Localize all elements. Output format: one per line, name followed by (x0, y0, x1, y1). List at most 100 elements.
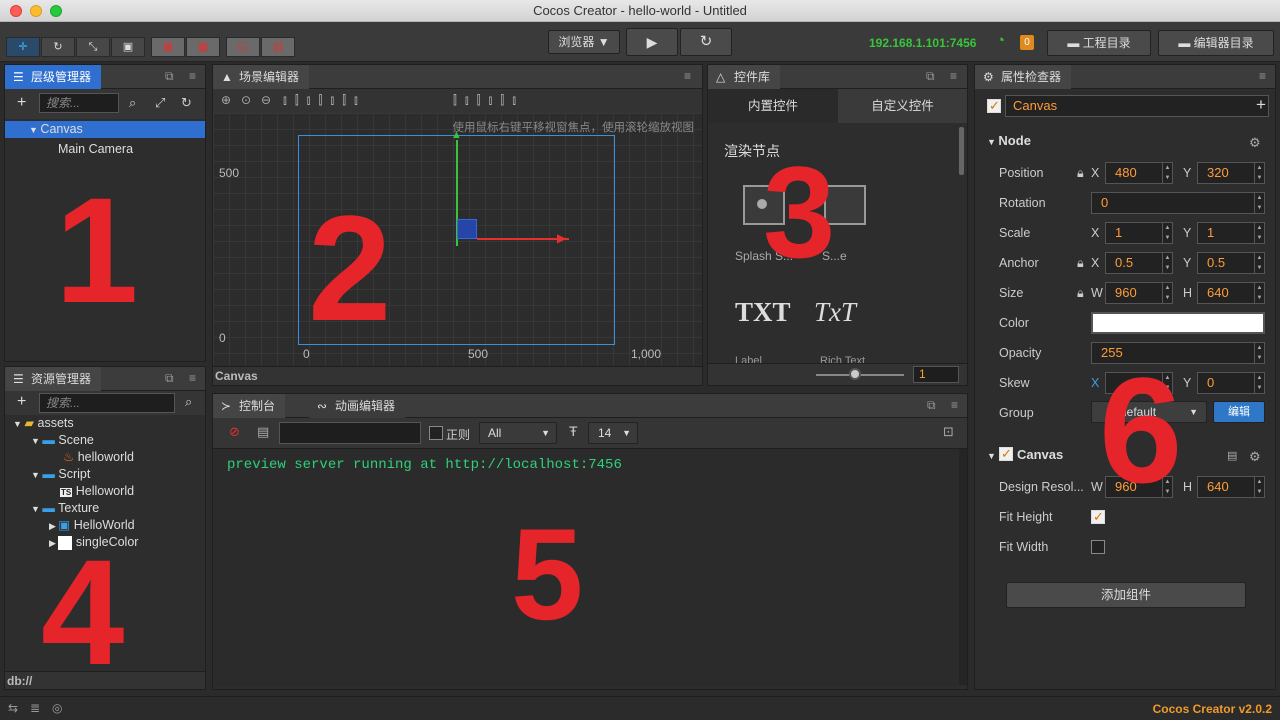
scale-y-input[interactable]: 1 ▲ ▼ (1197, 222, 1265, 244)
search-icon[interactable]: ⌕ (185, 394, 192, 410)
anchor-x-input[interactable]: 0.5 ▲ ▼ (1105, 252, 1173, 274)
node-active-checkbox[interactable] (987, 98, 1001, 114)
tree-item-helloworld-texture[interactable]: ▶ ▣ HelloWorld (49, 517, 135, 534)
visibility-icon[interactable]: ◎ (52, 701, 62, 715)
color-swatch[interactable] (1091, 312, 1265, 334)
align-icons[interactable]: ⫾⫿⫾⫿⫾⫿⫾ (283, 93, 366, 108)
skew-x-input[interactable]: ▲ ▼ (1105, 372, 1173, 394)
zoom-slider-handle[interactable] (849, 368, 861, 380)
stepper-icon[interactable]: ▲ ▼ (1162, 253, 1172, 273)
tab-builtin-widgets[interactable]: 内置控件 (708, 89, 838, 123)
add-asset-icon[interactable]: + (17, 393, 26, 411)
scrollbar[interactable] (959, 127, 964, 175)
stepper-icon[interactable]: ▲ ▼ (1254, 193, 1264, 213)
tree-node-canvas[interactable]: ▼ Canvas (5, 121, 205, 138)
anchor-y-input[interactable]: 0.5 ▲ ▼ (1197, 252, 1265, 274)
fit-width-checkbox[interactable] (1091, 540, 1105, 554)
font-size-select[interactable]: 14 ▼ (588, 422, 638, 444)
lock-icon[interactable]: 🔒︎ (1077, 286, 1084, 301)
sprite-widget[interactable] (824, 185, 866, 225)
size-w-input[interactable]: 960 ▲ ▼ (1105, 282, 1173, 304)
scrollbar[interactable] (959, 449, 967, 685)
skew-y-input[interactable]: 0 ▲ ▼ (1197, 372, 1265, 394)
stepper-icon[interactable]: ▲ ▼ (1254, 223, 1264, 243)
node-handle[interactable] (457, 219, 477, 239)
stepper-icon[interactable]: ▲ ▼ (1254, 253, 1264, 273)
tree-item-script-folder[interactable]: ▼ ▬ Script (31, 466, 90, 483)
stepper-icon[interactable]: ▲ ▼ (1254, 343, 1264, 363)
clear-log-icon[interactable]: ⊘ (229, 424, 240, 440)
tab-scene[interactable]: ▲ 场景编辑器 (213, 65, 310, 89)
collapse-icon[interactable]: ⊡ (943, 424, 954, 440)
node-name-input[interactable]: Canvas (1005, 95, 1269, 117)
canvas-section-header[interactable]: ▼ (987, 447, 996, 462)
stepper-icon[interactable]: ▲ ▼ (1254, 283, 1264, 303)
tab-console[interactable]: ≻ 控制台 (213, 394, 286, 418)
splash-sprite-widget[interactable] (743, 185, 785, 225)
stepper-icon[interactable]: ▲ ▼ (1254, 373, 1264, 393)
add-component-button[interactable]: 添加组件 (1006, 582, 1246, 608)
database-icon[interactable]: ≣ (30, 701, 40, 715)
canvas-component-checkbox[interactable] (999, 446, 1013, 462)
snap-toggle-icon[interactable]: ▥ (261, 37, 295, 57)
gizmo-toggle-icon[interactable]: ◱ (226, 37, 260, 57)
menu-icon[interactable]: ≡ (684, 69, 691, 83)
popout-icon[interactable]: ⧉ (165, 371, 174, 386)
refresh-icon[interactable]: ↻ (181, 95, 192, 111)
position-y-input[interactable]: 320 ▲ ▼ (1197, 162, 1265, 184)
tab-hierarchy[interactable]: ☰ 层级管理器 (5, 65, 102, 89)
project-folder-button[interactable]: ▬ 工程目录 (1047, 30, 1151, 56)
zoom-out-icon[interactable]: ⊖ (261, 93, 271, 107)
popout-icon[interactable]: ⧉ (926, 69, 935, 84)
design-h-input[interactable]: 640 ▲ ▼ (1197, 476, 1265, 498)
maximize-window-icon[interactable] (50, 5, 62, 17)
assets-search-input[interactable]: 搜索... (39, 393, 175, 413)
tree-item-helloworld-scene[interactable]: ♨ helloworld (63, 449, 134, 466)
popout-icon[interactable]: ⧉ (927, 398, 936, 413)
menu-icon[interactable]: ≡ (951, 398, 958, 412)
notification-badge[interactable]: 0 (1020, 35, 1034, 50)
help-doc-icon[interactable]: ▤ (1227, 449, 1237, 462)
size-h-input[interactable]: 640 ▲ ▼ (1197, 282, 1265, 304)
log-level-select[interactable]: All ▼ (479, 422, 557, 444)
search-icon[interactable]: ⌕ (129, 95, 136, 111)
rotate-tool-icon[interactable]: ↻ (41, 37, 75, 57)
scene-viewport[interactable]: 使用鼠标右键平移视窗焦点，使用滚轮缩放视图 ▲ ▶ 500 0 0 500 1,… (213, 113, 702, 366)
tab-assets[interactable]: ☰ 资源管理器 (5, 367, 102, 391)
close-window-icon[interactable] (10, 5, 22, 17)
tab-widget-library[interactable]: △ 控件库 (708, 65, 781, 89)
distribute-icons[interactable]: ⫿⫾⫿⫾⫿⫾ (453, 93, 524, 108)
regex-checkbox[interactable] (429, 426, 443, 440)
menu-icon[interactable]: ≡ (1259, 69, 1266, 83)
tree-item-helloworld-script[interactable]: TS Helloworld (60, 483, 134, 500)
fit-height-checkbox[interactable] (1091, 509, 1105, 525)
editor-folder-button[interactable]: ▬ 编辑器目录 (1158, 30, 1274, 56)
move-tool-icon[interactable]: ✛ (6, 37, 40, 57)
stepper-icon[interactable]: ▲ ▼ (1254, 163, 1264, 183)
opacity-input[interactable]: 255 ▲ ▼ (1091, 342, 1265, 364)
local-global-toggle-icon[interactable]: ▩ (186, 37, 220, 57)
preview-platform-select[interactable]: 浏览器 ▼ (548, 30, 620, 54)
design-w-input[interactable]: 960 ▲ ▼ (1105, 476, 1173, 498)
scale-x-input[interactable]: 1 ▲ ▼ (1105, 222, 1173, 244)
rect-tool-icon[interactable]: ▣ (111, 37, 145, 57)
minimize-window-icon[interactable] (30, 5, 42, 17)
tree-item-assets[interactable]: ▼ ▰ assets (13, 415, 74, 432)
zoom-value-input[interactable]: 1 (913, 366, 959, 383)
stepper-icon[interactable]: ▲ ▼ (1162, 373, 1172, 393)
stepper-icon[interactable]: ▲ ▼ (1162, 283, 1172, 303)
pivot-toggle-icon[interactable]: ▦ (151, 37, 185, 57)
open-log-icon[interactable]: ▤ (257, 424, 269, 440)
tab-inspector[interactable]: ⚙ 属性检查器 (975, 65, 1072, 89)
rich-text-widget[interactable]: TxT (814, 297, 856, 328)
edit-group-button[interactable]: 编辑 (1213, 401, 1265, 423)
stepper-icon[interactable]: ▲ ▼ (1254, 477, 1264, 497)
tab-custom-widgets[interactable]: 自定义控件 (838, 89, 967, 123)
sync-icon[interactable]: ⇆ (8, 701, 18, 715)
stepper-icon[interactable]: ▲ ▼ (1162, 223, 1172, 243)
menu-icon[interactable]: ≡ (189, 69, 196, 83)
tree-item-scene-folder[interactable]: ▼ ▬ Scene (31, 432, 94, 449)
zoom-in-icon[interactable]: ⊕ (221, 93, 231, 107)
add-node-icon[interactable]: + (17, 94, 26, 112)
popout-icon[interactable]: ⧉ (165, 69, 174, 84)
